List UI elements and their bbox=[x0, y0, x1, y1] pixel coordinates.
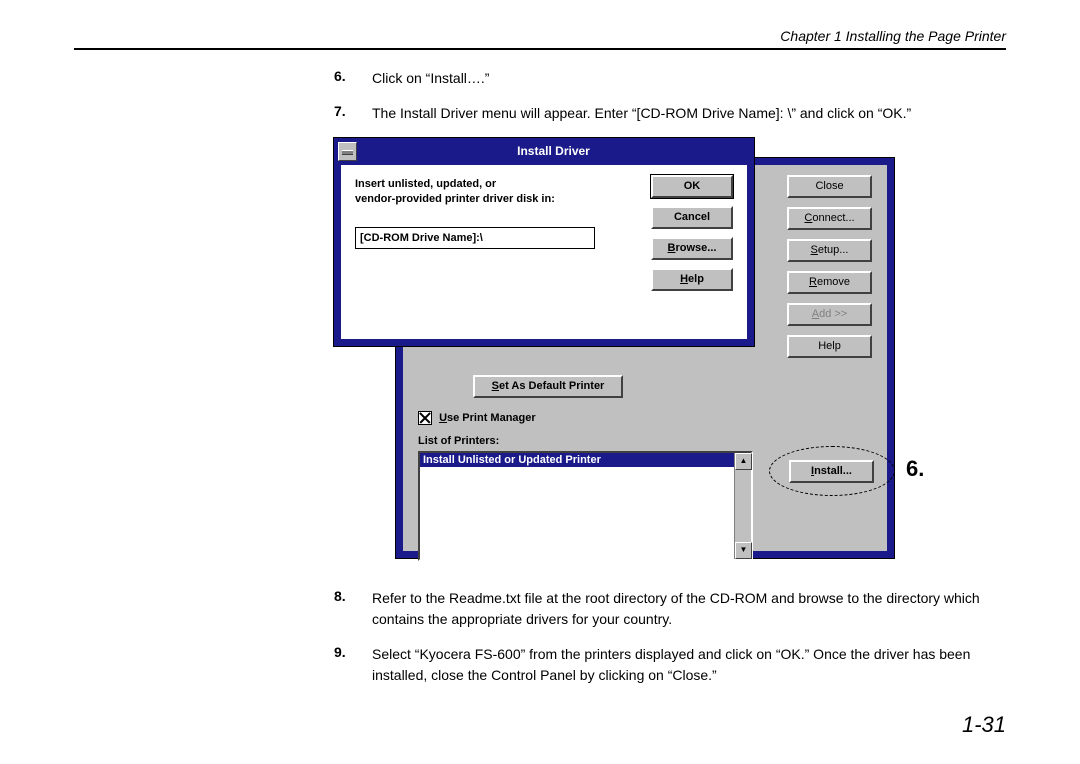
page-number: 1-31 bbox=[962, 712, 1006, 738]
browse-button[interactable]: Browse... bbox=[651, 237, 733, 260]
scroll-up-button[interactable]: ▲ bbox=[735, 453, 752, 470]
chapter-header: Chapter 1 Installing the Page Printer bbox=[74, 28, 1006, 48]
step-6-num: 6. bbox=[74, 68, 364, 89]
prompt-line-1: Insert unlisted, updated, or bbox=[355, 178, 496, 190]
step-7-num: 7. bbox=[74, 103, 364, 124]
step-9: 9. Select “Kyocera FS-600” from the prin… bbox=[74, 644, 1006, 686]
step-7: 7. The Install Driver menu will appear. … bbox=[74, 103, 1006, 124]
upm-rest: se Print Manager bbox=[447, 412, 536, 424]
default-mnemonic: S bbox=[492, 380, 499, 392]
dialog-buttons: OK Cancel Browse... Help bbox=[651, 175, 733, 299]
ok-button[interactable]: OK bbox=[651, 175, 733, 198]
install-button[interactable]: Install... bbox=[789, 460, 874, 483]
remove-button[interactable]: Remove bbox=[787, 271, 872, 294]
list-of-printers-label: List of Printers: bbox=[418, 435, 499, 447]
upm-mnemonic: U bbox=[439, 412, 447, 424]
step-9-text: Select “Kyocera FS-600” from the printer… bbox=[364, 644, 1006, 686]
add-mnemonic: A bbox=[812, 308, 819, 320]
add-rest: dd >> bbox=[819, 308, 847, 320]
scroll-down-button[interactable]: ▼ bbox=[735, 542, 752, 559]
step-9-num: 9. bbox=[74, 644, 364, 686]
use-print-manager-checkbox[interactable] bbox=[418, 411, 432, 425]
help-mnemonic: H bbox=[680, 273, 688, 285]
dialog-body: Insert unlisted, updated, or vendor-prov… bbox=[338, 162, 750, 342]
setup-rest: etup... bbox=[818, 244, 849, 256]
close-button[interactable]: Close bbox=[787, 175, 872, 198]
browse-mnemonic: B bbox=[668, 242, 676, 254]
dialog-prompt: Insert unlisted, updated, or vendor-prov… bbox=[355, 177, 555, 208]
screenshot: Close Connect... Setup... Remove Add >> … bbox=[334, 138, 934, 568]
remove-rest: emove bbox=[817, 276, 850, 288]
setup-mnemonic: S bbox=[811, 244, 818, 256]
printers-listbox[interactable]: Install Unlisted or Updated Printer ▲ ▼ bbox=[418, 451, 753, 561]
step-6: 6. Click on “Install….” bbox=[74, 68, 1006, 89]
dialog-title-bar[interactable]: Install Driver bbox=[338, 142, 750, 161]
step-6-text: Click on “Install….” bbox=[364, 68, 489, 89]
install-driver-dialog: Install Driver Insert unlisted, updated,… bbox=[334, 138, 754, 346]
step-8: 8. Refer to the Readme.txt file at the r… bbox=[74, 588, 1006, 630]
set-default-printer-button[interactable]: Set As Default Printer bbox=[473, 375, 623, 398]
install-callout: Install... bbox=[771, 448, 893, 494]
step-7-text: The Install Driver menu will appear. Ent… bbox=[364, 103, 911, 124]
system-menu-icon[interactable] bbox=[338, 142, 357, 161]
step-8-num: 8. bbox=[74, 588, 364, 630]
drive-path-input[interactable] bbox=[355, 227, 595, 249]
dialog-title: Install Driver bbox=[357, 142, 750, 161]
header-rule bbox=[74, 48, 1006, 50]
help-button[interactable]: Help bbox=[787, 335, 872, 358]
listbox-scrollbar[interactable]: ▲ ▼ bbox=[734, 453, 751, 559]
use-print-manager-row[interactable]: Use Print Manager bbox=[418, 411, 536, 425]
default-rest: et As Default Printer bbox=[499, 380, 604, 392]
connect-rest: onnect... bbox=[812, 212, 854, 224]
install-rest: nstall... bbox=[814, 465, 852, 477]
connect-button[interactable]: Connect... bbox=[787, 207, 872, 230]
list-item[interactable]: Install Unlisted or Updated Printer bbox=[420, 453, 751, 467]
callout-number: 6. bbox=[906, 456, 924, 482]
dialog-help-button[interactable]: Help bbox=[651, 268, 733, 291]
add-button: Add >> bbox=[787, 303, 872, 326]
cancel-button[interactable]: Cancel bbox=[651, 206, 733, 229]
printers-side-buttons: Close Connect... Setup... Remove Add >> … bbox=[787, 175, 872, 367]
step-8-text: Refer to the Readme.txt file at the root… bbox=[364, 588, 1006, 630]
prompt-line-2: vendor-provided printer driver disk in: bbox=[355, 193, 555, 205]
setup-button[interactable]: Setup... bbox=[787, 239, 872, 262]
remove-mnemonic: R bbox=[809, 276, 817, 288]
